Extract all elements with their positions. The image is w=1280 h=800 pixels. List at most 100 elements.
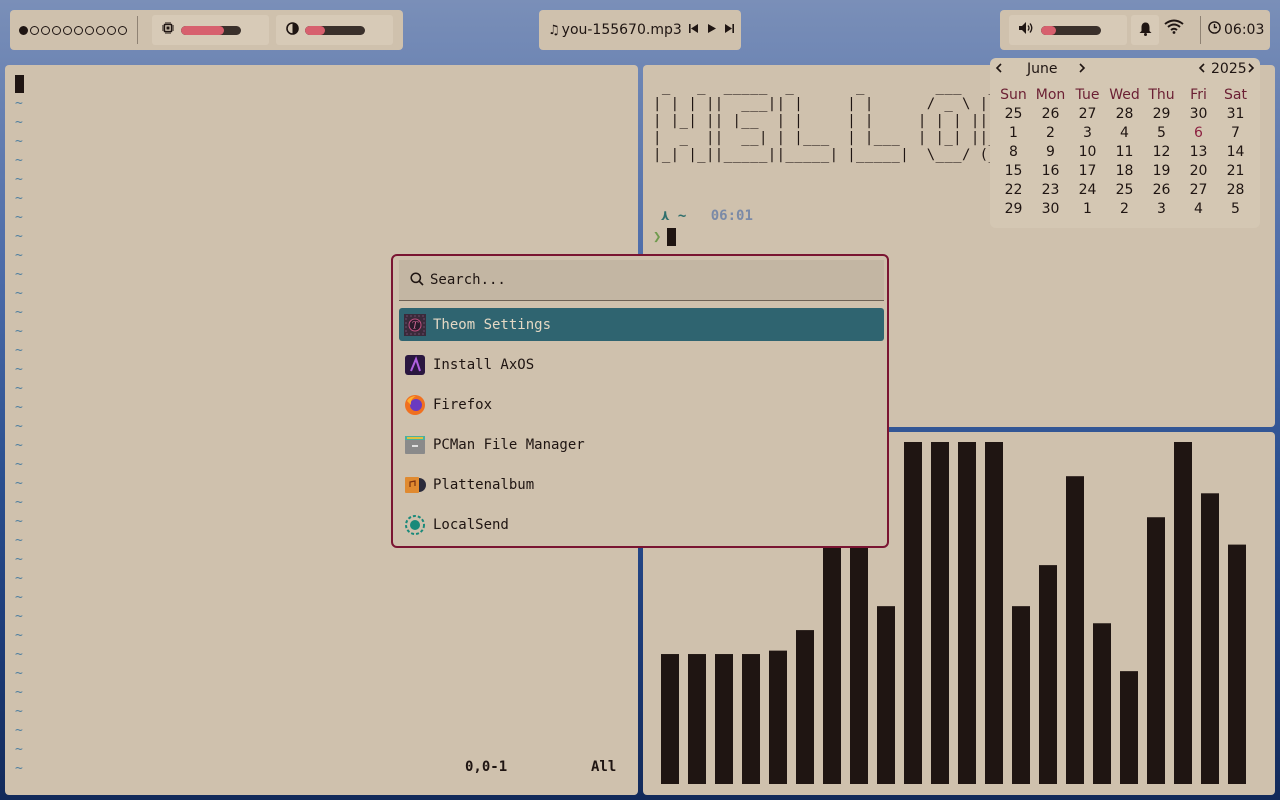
- clock[interactable]: 06:03: [1208, 21, 1264, 38]
- workspace-indicator[interactable]: [52, 25, 61, 35]
- workspace-indicator[interactable]: [41, 25, 50, 35]
- visualizer-bar: [1174, 442, 1192, 784]
- app-item-pcman-file-manager[interactable]: PCMan File Manager: [399, 428, 884, 461]
- calendar-day[interactable]: 18: [1106, 163, 1143, 182]
- calendar-day[interactable]: 11: [1106, 144, 1143, 163]
- wifi-icon[interactable]: [1164, 19, 1184, 38]
- vim-tilde-line: ~: [15, 172, 23, 187]
- shell-prompt: ⋏ ~ 06:01: [661, 208, 753, 224]
- calendar-day[interactable]: 28: [1106, 106, 1143, 125]
- memory-usage-bar: [305, 25, 365, 35]
- calendar-day[interactable]: 5: [1217, 201, 1254, 220]
- calendar-day[interactable]: 31: [1217, 106, 1254, 125]
- music-note-icon: ♫: [548, 22, 560, 38]
- app-item-install-axos[interactable]: Install AxOS: [399, 348, 884, 381]
- vim-tilde-line: ~: [15, 134, 23, 149]
- play-icon[interactable]: [707, 24, 716, 36]
- calendar-day[interactable]: 4: [1180, 201, 1217, 220]
- media-player: ♫ you-155670.mp3: [539, 10, 741, 50]
- app-item-localsend[interactable]: LocalSend: [399, 508, 884, 541]
- search-bar[interactable]: [399, 260, 884, 301]
- calendar-day[interactable]: 27: [1180, 182, 1217, 201]
- vim-tilde-line: ~: [15, 286, 23, 301]
- calendar-day[interactable]: 7: [1217, 125, 1254, 144]
- pie-chart-icon: [281, 21, 303, 39]
- app-item-label: LocalSend: [433, 516, 509, 533]
- app-item-firefox[interactable]: Firefox: [399, 388, 884, 421]
- workspace-indicator[interactable]: [30, 25, 39, 35]
- calendar-day[interactable]: 2: [1106, 201, 1143, 220]
- calendar-day[interactable]: 25: [1106, 182, 1143, 201]
- vim-tilde-line: ~: [15, 153, 23, 168]
- vim-tilde-line: ~: [15, 666, 23, 681]
- vim-tilde-line: ~: [15, 571, 23, 586]
- workspace-indicator[interactable]: [85, 25, 94, 35]
- cpu-icon: [157, 22, 179, 38]
- previous-icon[interactable]: [688, 24, 698, 36]
- calendar-day[interactable]: 15: [995, 163, 1032, 182]
- calendar-day[interactable]: 1: [995, 125, 1032, 144]
- calendar-day[interactable]: 23: [1032, 182, 1069, 201]
- search-icon: [410, 271, 424, 290]
- calendar-day[interactable]: 29: [995, 201, 1032, 220]
- calendar-day[interactable]: 13: [1180, 144, 1217, 163]
- app-item-plattenalbum[interactable]: Plattenalbum: [399, 468, 884, 501]
- calendar-day[interactable]: 6: [1180, 125, 1217, 144]
- workspace-indicator[interactable]: [118, 25, 127, 35]
- chevron-right-icon[interactable]: [1078, 61, 1086, 77]
- calendar-day[interactable]: 10: [1069, 144, 1106, 163]
- visualizer-bar: [985, 442, 1003, 784]
- calendar-day[interactable]: 26: [1143, 182, 1180, 201]
- vim-tilde-line: ~: [15, 685, 23, 700]
- calendar-day[interactable]: 25: [995, 106, 1032, 125]
- calendar-day[interactable]: 12: [1143, 144, 1180, 163]
- app-item-theom-settings[interactable]: T Theom Settings: [399, 308, 884, 341]
- calendar-day[interactable]: 9: [1032, 144, 1069, 163]
- shell-input-line[interactable]: ❯: [653, 228, 677, 246]
- next-icon[interactable]: [724, 24, 734, 36]
- calendar-day[interactable]: 27: [1069, 106, 1106, 125]
- notifications-button[interactable]: [1131, 15, 1159, 45]
- terminal-cursor: [667, 228, 677, 246]
- volume-slider[interactable]: [1041, 25, 1101, 35]
- workspace-indicator[interactable]: [107, 25, 116, 35]
- calendar-day[interactable]: 30: [1032, 201, 1069, 220]
- calendar-day[interactable]: 22: [995, 182, 1032, 201]
- vim-tilde-line: ~: [15, 628, 23, 643]
- calendar-day[interactable]: 24: [1069, 182, 1106, 201]
- workspace-indicator[interactable]: [19, 25, 28, 35]
- calendar-day[interactable]: 28: [1217, 182, 1254, 201]
- calendar-day[interactable]: 3: [1069, 125, 1106, 144]
- calendar-day[interactable]: 19: [1143, 163, 1180, 182]
- calendar-day[interactable]: 26: [1032, 106, 1069, 125]
- vim-tilde-line: ~: [15, 742, 23, 757]
- calendar-day[interactable]: 21: [1217, 163, 1254, 182]
- calendar-day[interactable]: 8: [995, 144, 1032, 163]
- workspace-indicator[interactable]: [96, 25, 105, 35]
- calendar-day[interactable]: 2: [1032, 125, 1069, 144]
- vim-tilde-line: ~: [15, 305, 23, 320]
- calendar-day[interactable]: 4: [1106, 125, 1143, 144]
- search-input[interactable]: [430, 272, 850, 288]
- calendar-weekday: Tue: [1075, 87, 1100, 103]
- visualizer-bar: [715, 654, 733, 784]
- volume-control[interactable]: [1009, 15, 1127, 45]
- calendar-day[interactable]: 30: [1180, 106, 1217, 125]
- workspace-indicator[interactable]: [74, 25, 83, 35]
- calendar-day[interactable]: 5: [1143, 125, 1180, 144]
- prompt-directory: ~: [677, 208, 687, 224]
- cpu-usage: [152, 15, 269, 45]
- calendar-day[interactable]: 16: [1032, 163, 1069, 182]
- calendar-day[interactable]: 29: [1143, 106, 1180, 125]
- calendar-day[interactable]: 3: [1143, 201, 1180, 220]
- chevron-left-icon[interactable]: [1198, 61, 1206, 77]
- workspace-indicator[interactable]: [63, 25, 72, 35]
- vim-tilde-line: ~: [15, 343, 23, 358]
- calendar-day[interactable]: 20: [1180, 163, 1217, 182]
- calendar-day[interactable]: 14: [1217, 144, 1254, 163]
- calendar-day[interactable]: 17: [1069, 163, 1106, 182]
- chevron-right-icon[interactable]: [1247, 61, 1255, 77]
- vim-scroll-indicator: All: [591, 759, 617, 775]
- calendar-day[interactable]: 1: [1069, 201, 1106, 220]
- chevron-left-icon[interactable]: [995, 61, 1003, 77]
